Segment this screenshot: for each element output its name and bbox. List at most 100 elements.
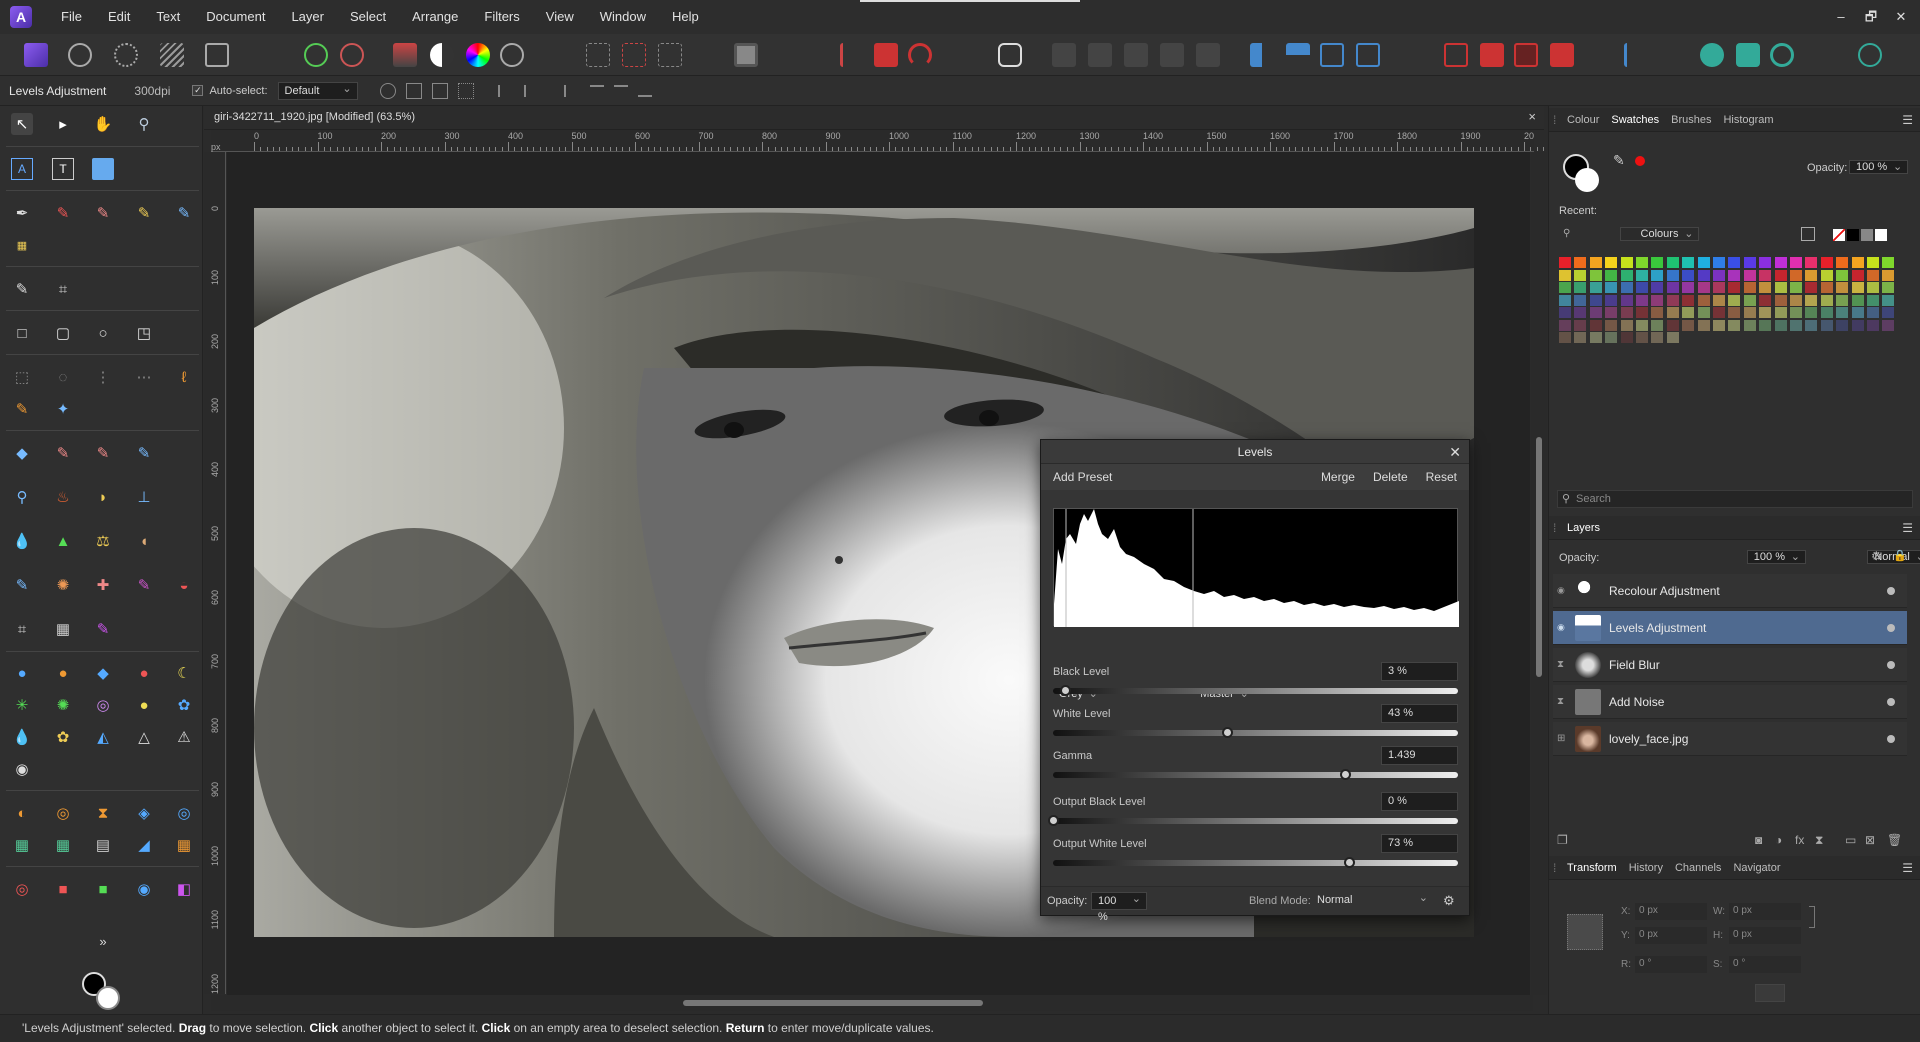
new-pixel-layer-icon[interactable]: ⊠: [1865, 833, 1875, 847]
search-field[interactable]: ⚲ Search: [1557, 490, 1913, 508]
color-swatch[interactable]: [1774, 294, 1787, 306]
menu-view[interactable]: View: [533, 0, 587, 34]
menu-help[interactable]: Help: [659, 0, 712, 34]
mask-icon-5[interactable]: ◧: [173, 878, 195, 900]
color-swatch[interactable]: [1636, 294, 1648, 306]
color-swatch[interactable]: [1867, 294, 1879, 306]
arrange-icon-3[interactable]: [1124, 43, 1148, 67]
color-swatch[interactable]: [1867, 269, 1879, 281]
align-left-icon[interactable]: [497, 84, 514, 97]
move-tool-icon[interactable]: ↖: [11, 113, 33, 135]
shape-icon-2[interactable]: ◎: [52, 802, 74, 824]
color-swatch[interactable]: [1620, 282, 1633, 293]
swatch-grid[interactable]: [1559, 257, 1897, 343]
color-swatch[interactable]: [1697, 307, 1710, 318]
blemish-icon[interactable]: ✺: [52, 574, 74, 596]
output-black-knob[interactable]: [1048, 815, 1059, 826]
paint-brush-icon[interactable]: ✎: [52, 202, 74, 224]
gamma-slider[interactable]: [1053, 769, 1458, 780]
color-swatch[interactable]: [1851, 294, 1864, 306]
color-swatch[interactable]: [1790, 294, 1802, 306]
shape-icon-3[interactable]: ⧗: [92, 802, 114, 824]
color-swatch[interactable]: [1820, 269, 1833, 281]
color-swatch[interactable]: [1589, 332, 1602, 343]
black-level-slider[interactable]: [1053, 685, 1458, 696]
color-swatch[interactable]: [1882, 282, 1895, 293]
color-swatch[interactable]: [1559, 307, 1571, 318]
h-input[interactable]: 0 px: [1729, 927, 1801, 944]
color-swatch[interactable]: [1774, 269, 1787, 281]
shape-icon-8[interactable]: ▤: [92, 834, 114, 856]
freehand-selection-icon[interactable]: ℓ: [173, 366, 195, 388]
rectangle-tool-icon[interactable]: □: [11, 322, 33, 344]
color-swatch[interactable]: [1589, 257, 1602, 268]
color-swatch[interactable]: [1636, 332, 1648, 343]
shape-icon-9[interactable]: ◢: [133, 834, 155, 856]
color-swatch[interactable]: [1574, 257, 1587, 268]
tab-navigator[interactable]: Navigator: [1727, 856, 1786, 880]
auto-contrast-icon[interactable]: [430, 43, 454, 67]
color-swatch[interactable]: [1790, 319, 1802, 331]
color-swatch[interactable]: [1697, 319, 1710, 331]
color-swatch[interactable]: [1867, 282, 1879, 293]
studio-icon-2[interactable]: [1736, 43, 1760, 67]
boolean-icon-2[interactable]: [1480, 43, 1504, 67]
auto-select-checkbox[interactable]: ✓: [192, 85, 204, 96]
color-swatch[interactable]: [1559, 332, 1571, 343]
align-icon-1[interactable]: [840, 43, 864, 67]
color-swatch[interactable]: [1620, 294, 1633, 306]
color-swatch[interactable]: [1636, 257, 1648, 268]
effect-icon-6[interactable]: ✳: [11, 694, 33, 716]
color-swatch[interactable]: [1666, 332, 1679, 343]
grey-swatch[interactable]: [1861, 229, 1873, 241]
perspective-icon[interactable]: ▦: [52, 618, 74, 640]
color-swatch[interactable]: [1759, 282, 1772, 293]
x-input[interactable]: 0 px: [1635, 903, 1707, 920]
color-swatch[interactable]: [1743, 257, 1756, 268]
background-erase-icon[interactable]: ✎: [92, 442, 114, 464]
color-swatch[interactable]: [1805, 294, 1818, 306]
color-swatch[interactable]: [1867, 319, 1879, 331]
zoom-tool-icon[interactable]: ⚲: [133, 113, 155, 135]
selection-icon-2[interactable]: [622, 43, 646, 67]
tab-transform[interactable]: Transform: [1561, 856, 1623, 880]
effect-icon-2[interactable]: ●: [52, 662, 74, 684]
eyedropper-icon[interactable]: ✎: [11, 278, 33, 300]
color-swatch[interactable]: [1851, 269, 1864, 281]
output-black-input[interactable]: 0 %: [1381, 792, 1458, 811]
gamma-knob[interactable]: [1339, 769, 1351, 780]
flood-fill-icon[interactable]: ◆: [11, 442, 33, 464]
color-swatch[interactable]: [1559, 269, 1571, 281]
color-swatch[interactable]: [1636, 269, 1648, 281]
opacity-dropdown[interactable]: 100 %: [1091, 891, 1147, 923]
new-group-icon[interactable]: ▭: [1845, 833, 1856, 847]
layer-opacity-dropdown[interactable]: 100 %: [1746, 550, 1806, 564]
blend-settings-gear-icon[interactable]: ⚙: [1443, 893, 1455, 909]
red-eye-removal-icon[interactable]: ◒: [173, 574, 195, 596]
effect-icon-12[interactable]: ✿: [52, 726, 74, 748]
mixer-brush-icon[interactable]: ✎: [133, 202, 155, 224]
color-swatch[interactable]: [1605, 294, 1618, 306]
menu-document[interactable]: Document: [193, 0, 278, 34]
color-swatch[interactable]: [1805, 282, 1818, 293]
color-swatch[interactable]: [1728, 282, 1741, 293]
color-swatch[interactable]: [1836, 257, 1849, 268]
rounded-rectangle-icon[interactable]: ▢: [52, 322, 74, 344]
color-swatch[interactable]: [1759, 294, 1772, 306]
selection-icon-3[interactable]: [658, 43, 682, 67]
color-swatch[interactable]: [1851, 307, 1864, 318]
boolean-icon-1[interactable]: [1444, 43, 1468, 67]
color-swatch[interactable]: [1666, 319, 1679, 331]
crop-tool-icon[interactable]: ⌗: [52, 278, 74, 300]
flood-select-icon[interactable]: ✦: [52, 398, 74, 420]
merge-button[interactable]: Merge: [1321, 470, 1355, 484]
snapping-icon[interactable]: [908, 43, 932, 67]
boolean-icon-4[interactable]: [1550, 43, 1574, 67]
align-middle-icon[interactable]: [613, 84, 628, 97]
flood-erase-icon[interactable]: ✎: [133, 442, 155, 464]
color-swatch[interactable]: [1713, 282, 1725, 293]
node-tool-icon[interactable]: ▸: [52, 113, 74, 135]
color-swatch[interactable]: [1836, 319, 1849, 331]
callout-tool-icon[interactable]: ◳: [133, 322, 155, 344]
dodge-brush-icon[interactable]: ⚲: [11, 486, 33, 508]
